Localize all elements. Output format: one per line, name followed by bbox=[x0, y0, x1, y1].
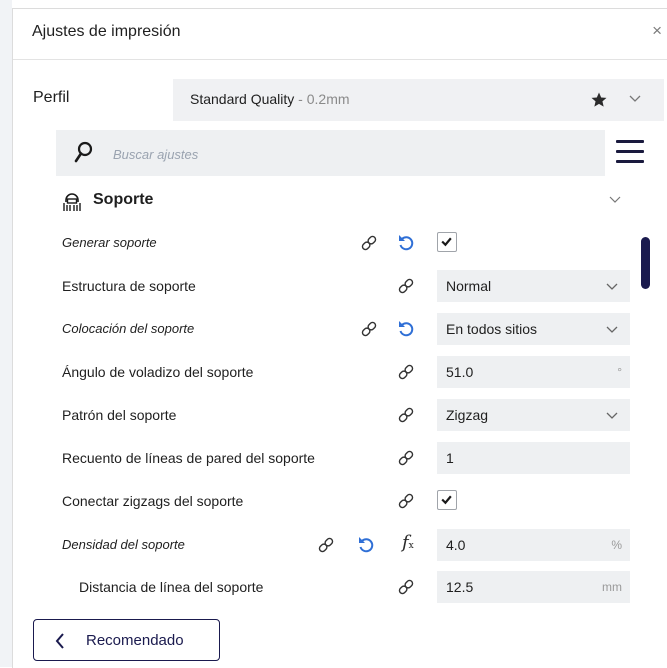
setting-label: Estructura de soporte bbox=[62, 278, 196, 294]
chevron-down-icon[interactable] bbox=[629, 94, 641, 104]
link-icon bbox=[398, 493, 414, 509]
connect-zigzags-checkbox[interactable] bbox=[437, 490, 457, 510]
unit-label: mm bbox=[602, 580, 622, 594]
setting-row: Conectar zigzags del soporte bbox=[62, 483, 632, 519]
panel-title: Ajustes de impresión bbox=[32, 23, 181, 40]
overhang-angle-input[interactable]: 51.0 ° bbox=[437, 356, 630, 388]
panel-header: Ajustes de impresión × bbox=[13, 9, 667, 60]
menu-icon[interactable] bbox=[616, 139, 644, 165]
setting-row: Generar soporte bbox=[62, 225, 632, 261]
section-header-support[interactable]: Soporte bbox=[61, 187, 636, 217]
checkmark-icon bbox=[441, 237, 452, 247]
support-density-input[interactable]: 4.0 % bbox=[437, 529, 630, 561]
link-icon bbox=[361, 235, 377, 251]
close-icon[interactable]: × bbox=[652, 21, 662, 41]
print-settings-panel: Ajustes de impresión × Perfil Standard Q… bbox=[12, 8, 667, 668]
setting-label: Generar soporte bbox=[62, 235, 157, 250]
setting-row: Patrón del soporte Zigzag bbox=[62, 397, 632, 433]
chevron-down-icon bbox=[606, 326, 618, 333]
support-structure-select[interactable]: Normal bbox=[437, 270, 630, 302]
reset-icon[interactable] bbox=[356, 535, 376, 555]
setting-label: Conectar zigzags del soporte bbox=[62, 493, 244, 509]
reset-icon[interactable] bbox=[396, 319, 416, 339]
star-icon[interactable] bbox=[590, 91, 608, 109]
setting-label: Ángulo de voladizo del soporte bbox=[62, 364, 254, 380]
support-icon bbox=[63, 193, 81, 211]
link-icon bbox=[398, 407, 414, 423]
unit-label: % bbox=[611, 538, 622, 552]
setting-row: Distancia de línea del soporte 12.5 mm bbox=[62, 569, 632, 605]
scrollbar-thumb[interactable] bbox=[641, 237, 650, 289]
formula-icon[interactable]: fx bbox=[402, 532, 414, 553]
input-value: 1 bbox=[446, 450, 454, 466]
background-strip bbox=[0, 0, 12, 667]
wall-line-count-input[interactable]: 1 bbox=[437, 442, 630, 474]
search-bar bbox=[56, 130, 605, 176]
support-placement-select[interactable]: En todos sitios bbox=[437, 313, 630, 345]
input-value: 51.0 bbox=[446, 364, 474, 380]
profile-label: Perfil bbox=[33, 89, 70, 106]
profile-selector[interactable]: Standard Quality - 0.2mm bbox=[173, 79, 664, 121]
search-icon bbox=[74, 141, 93, 163]
generate-support-checkbox[interactable] bbox=[437, 232, 457, 252]
select-value: Normal bbox=[446, 278, 492, 294]
unit-label: ° bbox=[617, 365, 622, 379]
reset-icon[interactable] bbox=[396, 233, 416, 253]
profile-detail: - 0.2mm bbox=[294, 91, 350, 107]
select-value: Zigzag bbox=[446, 407, 489, 423]
link-icon bbox=[361, 321, 377, 337]
setting-row: Recuento de líneas de pared del soporte … bbox=[62, 440, 632, 476]
chevron-left-icon bbox=[55, 633, 64, 649]
setting-row: Estructura de soporte Normal bbox=[62, 268, 632, 304]
profile-name: Standard Quality - 0.2mm bbox=[190, 91, 350, 107]
section-title: Soporte bbox=[93, 191, 154, 208]
recommended-button[interactable]: Recomendado bbox=[33, 619, 220, 661]
setting-row: Colocación del soporte En todos sitios bbox=[62, 311, 632, 347]
input-value: 4.0 bbox=[446, 537, 466, 553]
link-icon bbox=[398, 579, 414, 595]
setting-row: Ángulo de voladizo del soporte 51.0 ° bbox=[62, 354, 632, 390]
support-line-distance-input[interactable]: 12.5 mm bbox=[437, 571, 630, 603]
chevron-down-icon bbox=[606, 283, 618, 290]
link-icon bbox=[398, 278, 414, 294]
chevron-down-icon[interactable] bbox=[609, 195, 621, 205]
link-icon bbox=[398, 450, 414, 466]
input-value: 12.5 bbox=[446, 579, 474, 595]
support-pattern-select[interactable]: Zigzag bbox=[437, 399, 630, 431]
chevron-down-icon bbox=[606, 412, 618, 419]
setting-label: Patrón del soporte bbox=[62, 407, 177, 423]
setting-label: Distancia de línea del soporte bbox=[79, 579, 264, 595]
setting-label: Colocación del soporte bbox=[62, 321, 195, 336]
checkmark-icon bbox=[441, 495, 452, 505]
link-icon bbox=[318, 537, 334, 553]
link-icon bbox=[398, 364, 414, 380]
select-value: En todos sitios bbox=[446, 321, 538, 337]
recommended-label: Recomendado bbox=[86, 632, 184, 649]
setting-row: Densidad del soporte fx 4.0 % bbox=[62, 527, 632, 563]
search-input[interactable] bbox=[111, 142, 415, 166]
setting-label: Recuento de líneas de pared del soporte bbox=[62, 450, 315, 466]
setting-label: Densidad del soporte bbox=[62, 537, 185, 552]
